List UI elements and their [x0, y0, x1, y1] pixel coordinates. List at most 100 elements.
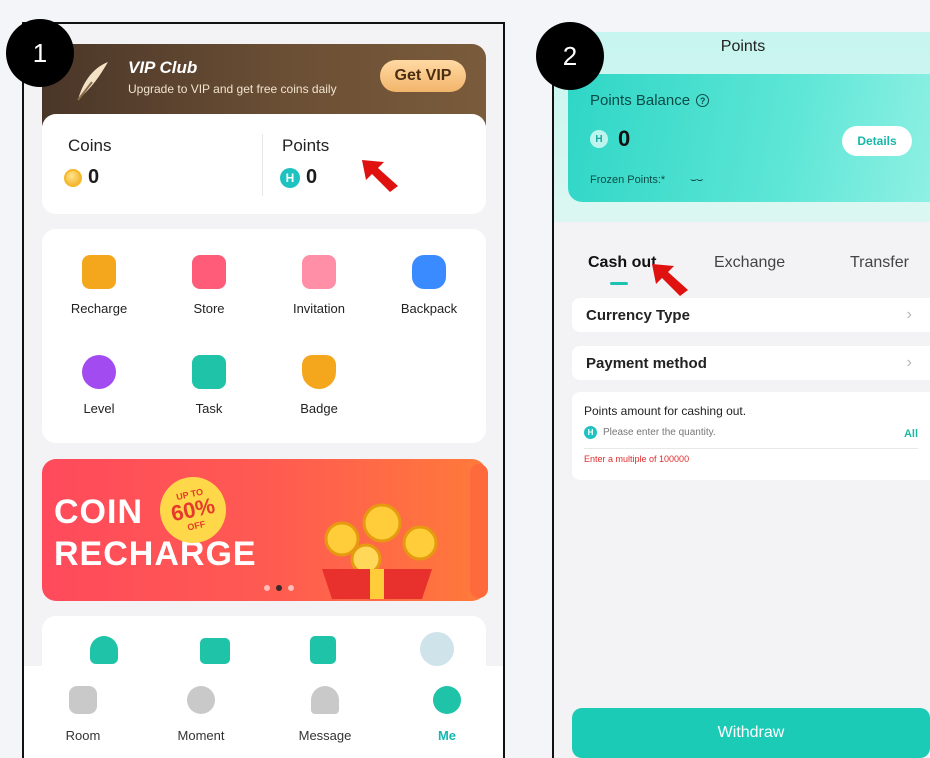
room-icon [69, 686, 97, 714]
input-underline [584, 448, 918, 449]
points-label: Points [282, 136, 330, 155]
cash-tabs: Cash out Exchange Transfer [554, 222, 930, 292]
grid-item-invitation[interactable]: Invitation [264, 255, 374, 316]
grid-item-backpack[interactable]: Backpack [374, 255, 484, 316]
vip-title: VIP Club [128, 58, 198, 77]
withdraw-button[interactable]: Withdraw [572, 708, 930, 758]
pointer-arrow-icon [362, 160, 398, 192]
tab-me[interactable]: Me [402, 686, 492, 743]
grid-label: Recharge [70, 301, 128, 316]
help-icon[interactable]: ? [696, 94, 710, 107]
next-banner-peek [470, 464, 488, 598]
banner-line-2: RECHARGE [54, 535, 257, 573]
chevron-right-icon: › [906, 306, 912, 323]
tab-moment[interactable]: Moment [156, 686, 246, 743]
grid-label: Level [83, 401, 115, 416]
amount-warning: Enter a multiple of 100000 [584, 454, 690, 464]
points-amount: 0 [306, 166, 318, 188]
points-header: Points Points Balance ? H 0 Details Froz… [554, 32, 930, 222]
feather-icon [77, 62, 108, 101]
grid-item-level[interactable]: Level [44, 355, 154, 416]
grid-item-badge[interactable]: Badge [264, 355, 374, 416]
currency-type-row[interactable]: Currency Type › [572, 298, 930, 332]
step-badge-1: 1 [6, 19, 74, 87]
points-balance-label: Points Balance [590, 92, 691, 109]
bell-icon [311, 686, 339, 714]
backpack-icon [412, 255, 446, 289]
points-balance-value: H 0 [590, 126, 630, 152]
get-vip-button[interactable]: Get VIP [380, 60, 466, 92]
details-button[interactable]: Details [842, 126, 912, 156]
wallet-divider [262, 134, 263, 196]
feature-grid: Recharge Store Invitation Backpack Level… [42, 229, 486, 443]
payment-method-row[interactable]: Payment method › [572, 346, 930, 380]
tab-transfer[interactable]: Transfer [850, 254, 909, 272]
grid-label: Task [195, 401, 223, 416]
store-icon [192, 255, 226, 289]
grid-label: Store [193, 301, 225, 316]
tab-exchange[interactable]: Exchange [714, 254, 785, 272]
badge-crown-icon [302, 355, 336, 389]
phone-screen-points: Points Points Balance ? H 0 Details Froz… [552, 32, 930, 758]
page-title: Points [720, 38, 766, 55]
support-agent-icon[interactable] [420, 632, 454, 666]
row-label: Currency Type [586, 306, 690, 324]
wallet-icon [82, 255, 116, 289]
grid-item-recharge[interactable]: Recharge [44, 255, 154, 316]
badge-bottom: OFF [186, 518, 207, 533]
carousel-dot-active[interactable] [276, 585, 282, 591]
me-icon [433, 686, 461, 714]
frozen-points-label: Frozen Points:* [590, 174, 666, 186]
money-icon[interactable] [310, 636, 336, 664]
coins-amount: 0 [88, 166, 100, 188]
treasure-chest-icon [322, 503, 438, 599]
coins-value[interactable]: 0 [64, 166, 99, 189]
grid-label: Backpack [400, 301, 458, 316]
step-badge-2: 2 [536, 22, 604, 90]
wallet-card: Coins 0 Points H 0 [42, 114, 486, 214]
points-balance-card: Points Balance ? H 0 Details Frozen Poin… [568, 74, 930, 202]
carousel-dot[interactable] [264, 585, 270, 591]
points-coin-icon: H [584, 426, 597, 439]
phone-screen-me: VIP Club Upgrade to VIP and get free coi… [22, 22, 505, 758]
grid-item-task[interactable]: Task [154, 355, 264, 416]
tab-room[interactable]: Room [38, 686, 128, 743]
points-coin-icon: H [280, 167, 300, 188]
points-value[interactable]: H 0 [280, 166, 317, 189]
grid-item-store[interactable]: Store [154, 255, 264, 316]
coin-recharge-banner[interactable]: COIN RECHARGE UP TO 60% OFF [42, 459, 486, 601]
grid-label: Invitation [292, 301, 346, 316]
active-tab-indicator [610, 282, 628, 285]
user-icon[interactable] [90, 636, 118, 664]
row-label: Payment method [586, 354, 707, 372]
amount-input[interactable]: H Please enter the quantity. [584, 426, 716, 439]
coin-icon [64, 168, 82, 187]
briefcase-icon[interactable] [200, 638, 230, 664]
eye-closed-icon[interactable]: ⌣⌣ [690, 174, 704, 187]
banner-line-1: COIN [54, 493, 143, 531]
amount-section: Points amount for cashing out. H Please … [572, 392, 930, 480]
envelope-heart-icon [302, 255, 336, 289]
all-button[interactable]: All [904, 428, 918, 440]
tab-label: Me [437, 728, 457, 743]
task-calendar-icon [192, 355, 226, 389]
tab-label: Room [65, 728, 101, 743]
tab-cash-out[interactable]: Cash out [588, 254, 656, 272]
tab-message[interactable]: Message [280, 686, 370, 743]
planet-icon [187, 686, 215, 714]
amount-placeholder: Please enter the quantity. [603, 427, 716, 438]
carousel-dot[interactable] [288, 585, 294, 591]
points-balance-label-row: Points Balance ? [590, 92, 710, 109]
points-balance-amount: 0 [618, 126, 631, 151]
bottom-tab-bar: Room Moment Message Me [24, 666, 503, 758]
carousel-dots[interactable] [264, 585, 294, 591]
chevron-right-icon: › [906, 354, 912, 371]
tab-label: Message [298, 728, 352, 743]
tab-label: Moment [177, 728, 225, 743]
points-coin-icon: H [590, 130, 608, 148]
vip-subtitle: Upgrade to VIP and get free coins daily [128, 82, 337, 96]
level-star-icon [82, 355, 116, 389]
grid-label: Badge [300, 401, 338, 416]
amount-heading: Points amount for cashing out. [584, 404, 747, 418]
coins-label: Coins [68, 136, 112, 155]
